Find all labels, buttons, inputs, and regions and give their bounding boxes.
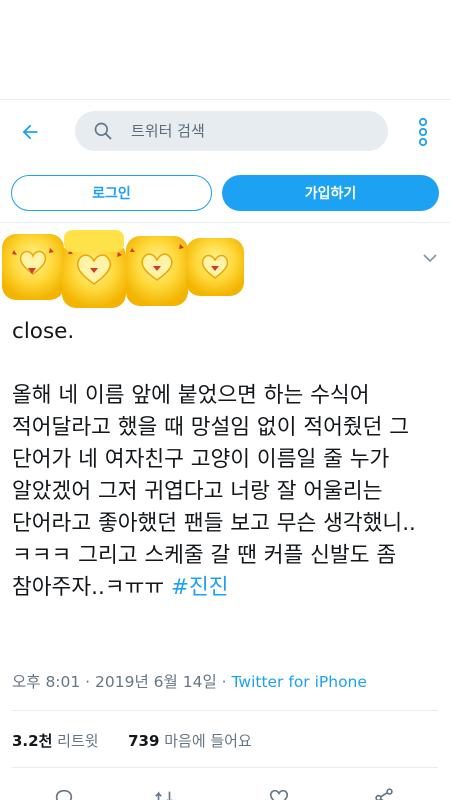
more-button[interactable]	[410, 114, 436, 150]
reply-button[interactable]	[50, 784, 78, 800]
source-link[interactable]: Twitter for iPhone	[231, 673, 366, 691]
hashtag-link[interactable]: #진진	[171, 575, 229, 600]
tweet-meta: 오후 8:01 · 2019년 6월 14일 · Twitter for iPh…	[12, 670, 367, 692]
login-button[interactable]: 로그인	[11, 175, 212, 211]
auth-buttons: 로그인 가입하기	[0, 175, 450, 211]
action-bar	[0, 780, 450, 800]
divider	[0, 222, 450, 223]
back-arrow-icon	[22, 124, 38, 140]
retweet-button[interactable]	[150, 784, 178, 800]
tweet-body: close. 올해 네 이름 앞에 붙었으면 하는 수식어 적어달라고 했을 때…	[12, 319, 416, 600]
search-input[interactable]	[131, 122, 351, 140]
retweet-label[interactable]: 리트윗	[57, 732, 98, 750]
reply-icon	[55, 789, 73, 800]
timestamp: 오후 8:01 · 2019년 6월 14일 ·	[12, 673, 232, 691]
like-icon	[269, 789, 289, 800]
divider	[12, 767, 438, 768]
retweet-icon	[155, 791, 173, 800]
like-label[interactable]: 마음에 들어요	[164, 732, 252, 750]
more-vertical-icon	[418, 117, 428, 147]
search-icon	[93, 120, 115, 142]
like-count[interactable]: 739	[128, 732, 159, 750]
header	[0, 110, 450, 154]
divider	[12, 710, 438, 711]
status-area	[0, 0, 450, 100]
search-box[interactable]	[75, 111, 388, 151]
chevron-down-icon[interactable]	[420, 248, 440, 268]
tweet-stats: 3.2천 리트윗 739 마음에 들어요	[12, 730, 252, 751]
heart-stickers	[2, 230, 244, 308]
retweet-count[interactable]: 3.2천	[12, 732, 52, 750]
like-button[interactable]	[265, 784, 293, 800]
share-button[interactable]	[370, 784, 398, 800]
back-button[interactable]	[14, 116, 46, 148]
signup-button[interactable]: 가입하기	[222, 175, 439, 211]
avatar	[0, 228, 260, 310]
share-icon	[375, 788, 393, 800]
tweet-text: close. 올해 네 이름 앞에 붙었으면 하는 수식어 적어달라고 했을 때…	[12, 316, 442, 604]
